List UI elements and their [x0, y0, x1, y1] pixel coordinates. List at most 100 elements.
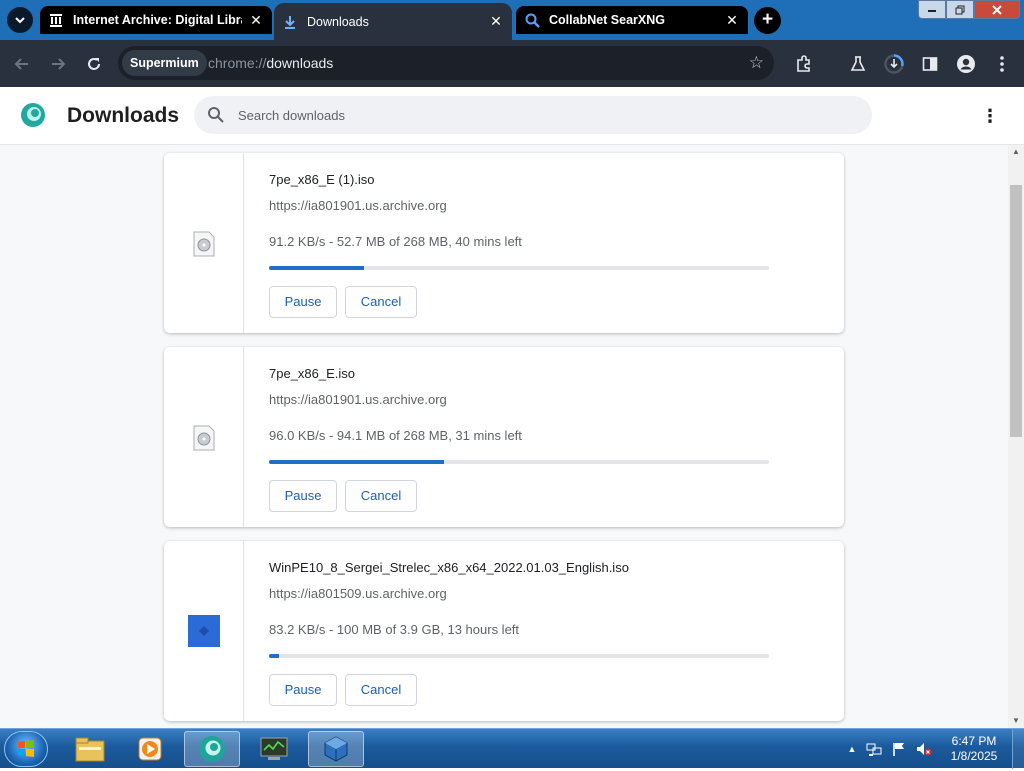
- task-manager-icon: [260, 737, 288, 760]
- browser-menu-button[interactable]: [990, 52, 1014, 76]
- tab-title: Internet Archive: Digital Library of Fre…: [73, 13, 242, 27]
- minimize-icon: [928, 9, 936, 12]
- pause-button[interactable]: Pause: [269, 480, 337, 512]
- scroll-up-arrow-icon[interactable]: ▲: [1008, 145, 1024, 159]
- tab-searxng[interactable]: CollabNet SearXNG ✕: [516, 6, 748, 34]
- taskbar-task-manager[interactable]: [246, 731, 302, 767]
- tab-strip: Internet Archive: Digital Library of Fre…: [0, 0, 1024, 40]
- close-icon[interactable]: ✕: [488, 13, 504, 30]
- puzzle-icon: [797, 55, 810, 72]
- download-status: 83.2 KB/s - 100 MB of 3.9 GB, 13 hours l…: [269, 622, 520, 637]
- profile-button[interactable]: [954, 52, 978, 76]
- tab-internet-archive[interactable]: Internet Archive: Digital Library of Fre…: [40, 6, 272, 34]
- more-actions-button[interactable]: ⋮: [980, 104, 1000, 128]
- search-input[interactable]: [238, 105, 838, 125]
- file-icon-column: [164, 153, 244, 333]
- explorer-icon: [75, 737, 105, 762]
- file-name[interactable]: WinPE10_8_Sergei_Strelec_x86_x64_2022.01…: [269, 560, 629, 575]
- taskbar-explorer[interactable]: [62, 731, 118, 767]
- browser-chip[interactable]: Supermium: [122, 50, 207, 76]
- progress-fill: [269, 654, 279, 658]
- download-item: WinPE10_8_Sergei_Strelec_x86_x64_2022.01…: [164, 541, 844, 721]
- scrollbar-thumb[interactable]: [1010, 185, 1022, 437]
- downloads-progress-button[interactable]: [882, 52, 906, 76]
- download-status: 96.0 KB/s - 94.1 MB of 268 MB, 31 mins l…: [269, 428, 522, 443]
- taskbar: ▲ 6:47 PM 1/8/2025: [0, 728, 1024, 769]
- scroll-down-arrow-icon[interactable]: ▼: [1008, 714, 1024, 728]
- url-path: downloads: [266, 55, 334, 71]
- file-name[interactable]: 7pe_x86_E (1).iso: [269, 172, 375, 187]
- action-center-flag-icon[interactable]: [891, 741, 907, 757]
- library-icon: [48, 12, 64, 28]
- extensions-button[interactable]: [792, 52, 816, 76]
- tab-search-button[interactable]: [7, 7, 33, 33]
- restore-icon: [955, 5, 965, 14]
- supermium-logo-icon: [21, 103, 45, 127]
- disc-image-icon: [193, 231, 215, 257]
- progress-bar: [269, 266, 769, 270]
- progress-bar: [269, 460, 769, 464]
- file-source-url[interactable]: https://ia801509.us.archive.org: [269, 586, 447, 601]
- progress-fill: [269, 266, 364, 270]
- start-button[interactable]: [4, 731, 48, 767]
- taskbar-media-player[interactable]: [122, 731, 178, 767]
- system-clock[interactable]: 6:47 PM 1/8/2025: [946, 734, 1002, 764]
- back-button[interactable]: [10, 52, 34, 76]
- download-status: 91.2 KB/s - 52.7 MB of 268 MB, 40 mins l…: [269, 234, 522, 249]
- restore-button[interactable]: [946, 0, 974, 19]
- vertical-scrollbar[interactable]: ▲ ▼: [1008, 145, 1024, 728]
- labs-button[interactable]: [846, 52, 870, 76]
- downloads-list: 7pe_x86_E (1).iso https://ia801901.us.ar…: [0, 145, 1008, 728]
- back-arrow-icon: [14, 58, 28, 70]
- minimize-button[interactable]: [918, 0, 946, 19]
- kebab-menu-icon: [1000, 56, 1004, 72]
- search-box[interactable]: [194, 96, 872, 134]
- forward-arrow-icon: [52, 58, 66, 70]
- reload-button[interactable]: [82, 52, 106, 76]
- tab-title: Downloads: [307, 14, 369, 29]
- file-name[interactable]: 7pe_x86_E.iso: [269, 366, 355, 381]
- bookmark-star-icon[interactable]: ☆: [749, 53, 764, 73]
- close-window-button[interactable]: [974, 0, 1020, 19]
- forward-button[interactable]: [46, 52, 70, 76]
- cancel-button[interactable]: Cancel: [345, 480, 417, 512]
- new-tab-button[interactable]: +: [754, 7, 781, 34]
- download-icon: [282, 14, 298, 30]
- blue-app-icon: [188, 615, 220, 647]
- avatar-icon: [957, 55, 975, 73]
- search-icon: [208, 107, 224, 123]
- download-item: 7pe_x86_E (1).iso https://ia801901.us.ar…: [164, 153, 844, 333]
- network-icon[interactable]: [866, 741, 882, 757]
- cancel-button[interactable]: Cancel: [345, 674, 417, 706]
- show-desktop-button[interactable]: [1012, 729, 1024, 769]
- taskbar-virtualbox[interactable]: [308, 731, 364, 767]
- tab-downloads[interactable]: Downloads ✕: [274, 3, 512, 40]
- show-hidden-icons-icon[interactable]: ▲: [844, 741, 860, 757]
- download-progress-icon: [884, 54, 904, 74]
- file-source-url[interactable]: https://ia801901.us.archive.org: [269, 198, 447, 213]
- file-icon-column: [164, 347, 244, 527]
- file-source-url[interactable]: https://ia801901.us.archive.org: [269, 392, 447, 407]
- clock-date: 1/8/2025: [950, 749, 998, 763]
- volume-muted-icon[interactable]: [916, 741, 932, 757]
- side-panel-button[interactable]: [918, 52, 942, 76]
- virtualbox-icon: [324, 736, 348, 762]
- media-player-icon: [138, 737, 162, 761]
- pause-button[interactable]: Pause: [269, 674, 337, 706]
- pause-button[interactable]: Pause: [269, 286, 337, 318]
- windows-logo-icon: [18, 740, 34, 757]
- cancel-button[interactable]: Cancel: [345, 286, 417, 318]
- chevron-down-icon: [15, 17, 25, 24]
- url-text[interactable]: chrome://downloads: [208, 55, 333, 71]
- download-item: 7pe_x86_E.iso https://ia801901.us.archiv…: [164, 347, 844, 527]
- taskbar-browser[interactable]: [184, 731, 240, 767]
- close-icon[interactable]: ✕: [724, 12, 740, 28]
- browser-icon: [199, 736, 225, 762]
- close-icon: [992, 4, 1002, 15]
- clock-time: 6:47 PM: [951, 734, 997, 748]
- address-bar[interactable]: Supermium chrome://downloads ☆: [118, 46, 774, 80]
- close-icon[interactable]: ✕: [248, 12, 264, 28]
- side-panel-icon: [922, 57, 938, 71]
- reload-icon: [88, 58, 100, 70]
- tab-title: CollabNet SearXNG: [549, 13, 666, 27]
